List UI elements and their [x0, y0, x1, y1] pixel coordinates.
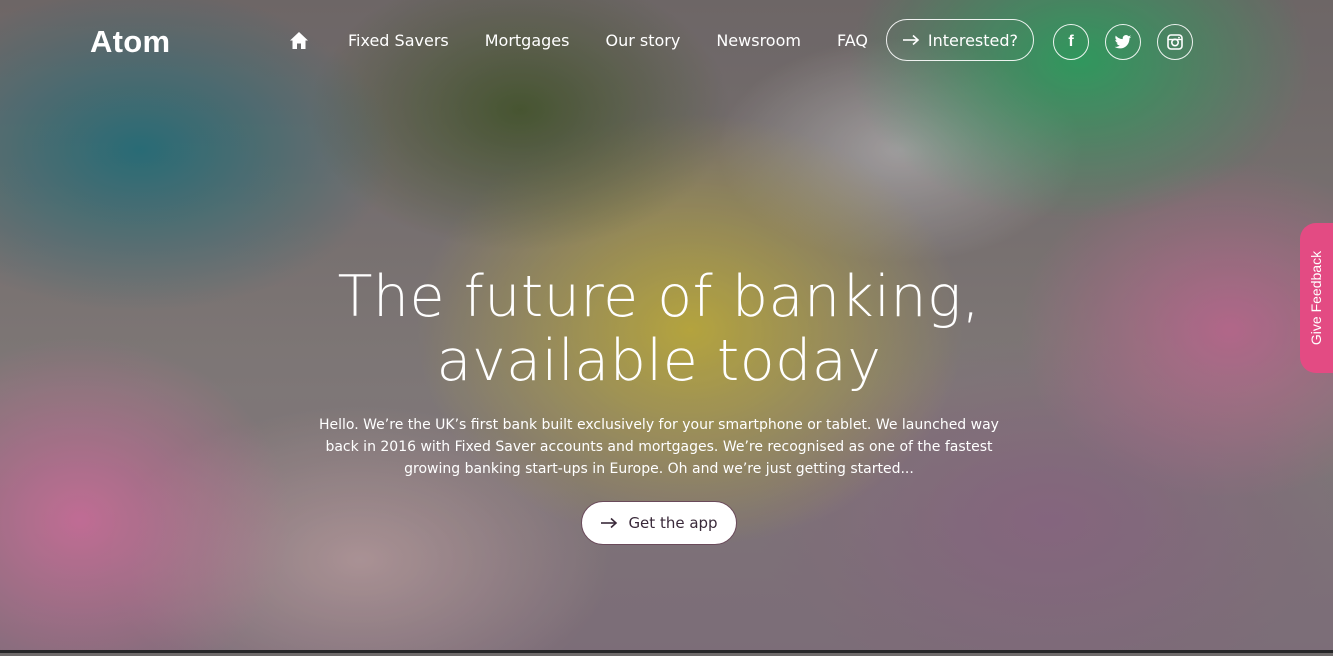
hero-section: Atom Fixed Savers Mortgages Our story Ne…: [0, 0, 1333, 653]
interested-label: Interested?: [927, 30, 1019, 50]
intro-line-3: growing banking start-ups in Europe. Oh …: [404, 461, 914, 477]
twitter-icon: [1114, 34, 1132, 48]
nav-item-faq[interactable]: FAQ: [837, 31, 868, 50]
twitter-link[interactable]: [1105, 24, 1141, 60]
social-links: f: [1053, 24, 1209, 60]
facebook-icon: f: [1068, 33, 1074, 50]
atom-logo[interactable]: Atom: [90, 24, 170, 60]
headline-line-1: The future of banking,: [337, 264, 981, 330]
hero-headline: The future of banking, available today: [0, 265, 1318, 393]
nav-item-our-story[interactable]: Our story: [605, 31, 680, 50]
intro-line-2: back in 2016 with Fixed Saver accounts a…: [325, 439, 993, 455]
facebook-link[interactable]: f: [1053, 24, 1089, 60]
give-feedback-label: Give Feedback: [1308, 250, 1325, 346]
interested-button[interactable]: Interested?: [885, 19, 1034, 61]
nav-home-link[interactable]: [288, 29, 310, 51]
give-feedback-tab[interactable]: Give Feedback: [1300, 223, 1333, 373]
nav-item-mortgages[interactable]: Mortgages: [485, 31, 570, 50]
get-the-app-label: Get the app: [628, 514, 718, 532]
instagram-icon: [1167, 34, 1183, 50]
headline-line-2: available today: [436, 328, 882, 394]
home-icon: [290, 31, 308, 49]
hero-intro: Hello. We’re the UK’s first bank built e…: [300, 414, 1018, 480]
get-the-app-button[interactable]: Get the app: [581, 501, 737, 545]
instagram-link[interactable]: [1157, 24, 1193, 60]
nav-item-newsroom[interactable]: Newsroom: [716, 31, 801, 50]
intro-line-1: Hello. We’re the UK’s first bank built e…: [319, 417, 999, 433]
arrow-right-icon: [600, 517, 618, 529]
bottom-divider: [0, 650, 1333, 653]
main-nav: Fixed Savers Mortgages Our story Newsroo…: [288, 18, 1034, 62]
arrow-right-icon: [902, 34, 920, 46]
nav-item-fixed-savers[interactable]: Fixed Savers: [348, 31, 449, 50]
